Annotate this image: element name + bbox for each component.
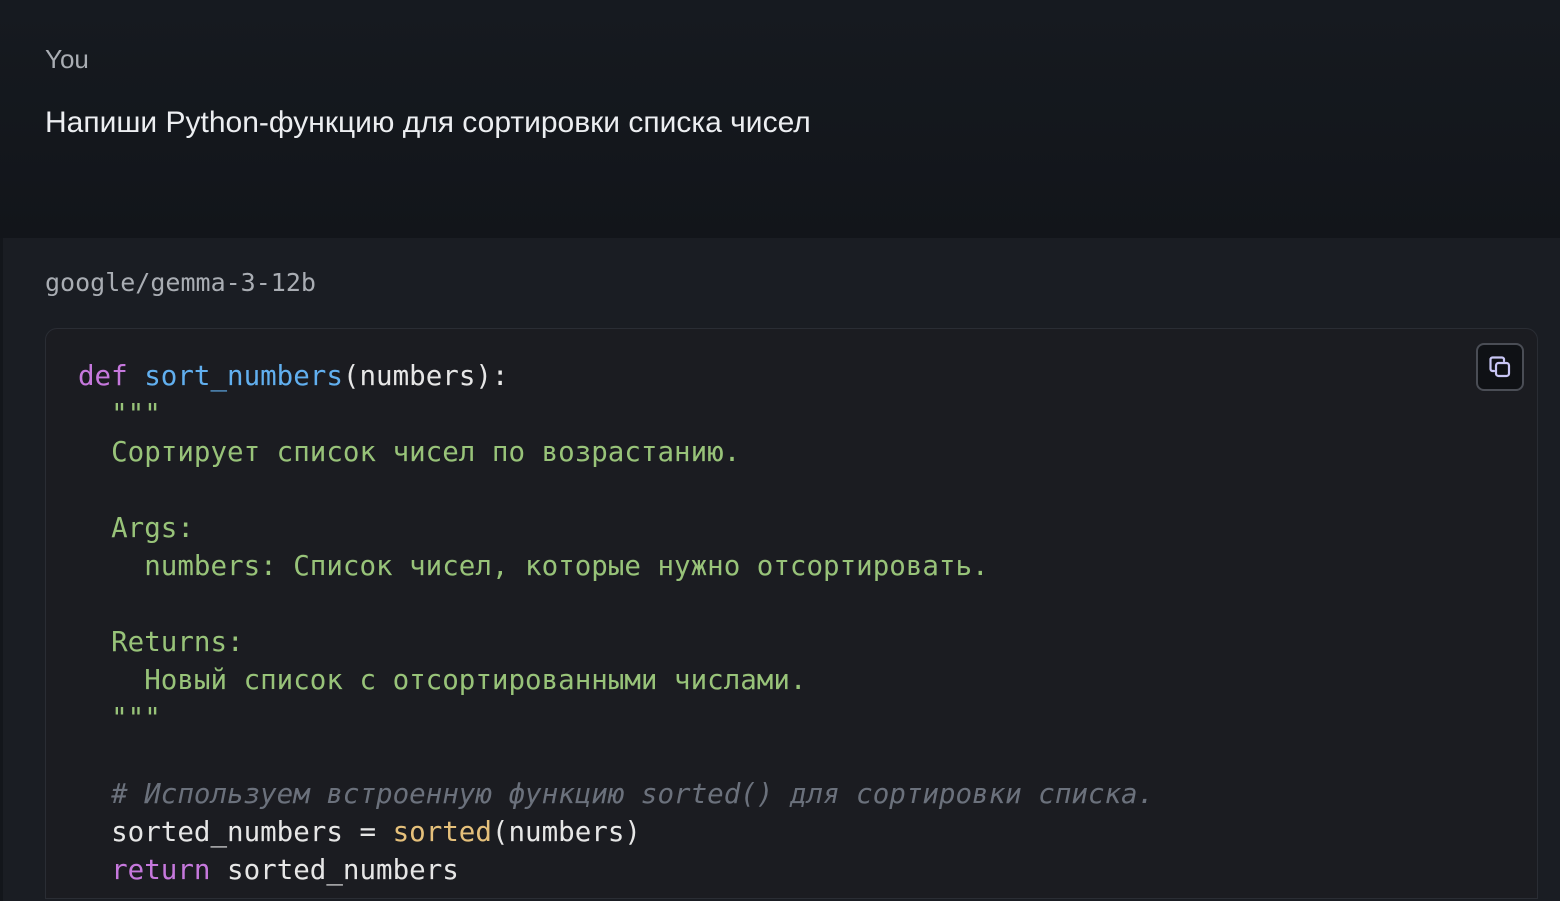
code-token-str: """ [78,702,161,734]
code-line: # Используем встроенную функцию sorted()… [78,775,1154,813]
code-token-str: Returns: [78,626,244,658]
code-token-plain: (numbers): [343,360,509,392]
code-token-plain [128,360,145,392]
code-token-plain: sorted_numbers [210,854,458,886]
code-token-plain: sorted_numbers = [78,816,393,848]
user-message-text: Напиши Python-функцию для сортировки спи… [45,106,811,140]
copy-icon [1486,353,1514,381]
code-token-bi: sorted [393,816,492,848]
model-name: google/gemma-3-12b [45,268,316,297]
code-line: numbers: Список чисел, которые нужно отс… [78,547,1154,585]
user-message-section: You Напиши Python-функцию для сортировки… [0,0,1560,238]
user-label: You [45,44,89,75]
code-line: Сортирует список чисел по возрастанию. [78,433,1154,471]
code-token-str: Сортирует список чисел по возрастанию. [78,436,740,468]
code-line [78,471,1154,509]
code-token-plain: (numbers) [492,816,641,848]
code-token-str: """ [78,398,161,430]
code-line: Returns: [78,623,1154,661]
code-token-str: Args: [78,512,194,544]
code-token-cm: # Используем встроенную функцию sorted()… [78,778,1154,810]
code-token-str: numbers: Список чисел, которые нужно отс… [78,550,989,582]
code-line: """ [78,699,1154,737]
code-token-str: Новый список с отсортированными числами. [78,664,806,696]
code-line [78,737,1154,775]
code-token-plain [78,854,111,886]
code-token-kw: return [111,854,210,886]
code-line: Новый список с отсортированными числами. [78,661,1154,699]
code-line: return sorted_numbers [78,851,1154,889]
code-token-kw: def [78,360,128,392]
code-content: def sort_numbers(numbers): """ Сортирует… [78,357,1154,889]
code-line: sorted_numbers = sorted(numbers) [78,813,1154,851]
code-line [78,585,1154,623]
code-line: def sort_numbers(numbers): [78,357,1154,395]
code-line: Args: [78,509,1154,547]
copy-code-button[interactable] [1476,343,1524,391]
assistant-message-section: google/gemma-3-12b def sort_numbers(numb… [3,238,1560,901]
code-line: """ [78,395,1154,433]
code-block: def sort_numbers(numbers): """ Сортирует… [45,328,1538,899]
code-token-fn: sort_numbers [144,360,343,392]
